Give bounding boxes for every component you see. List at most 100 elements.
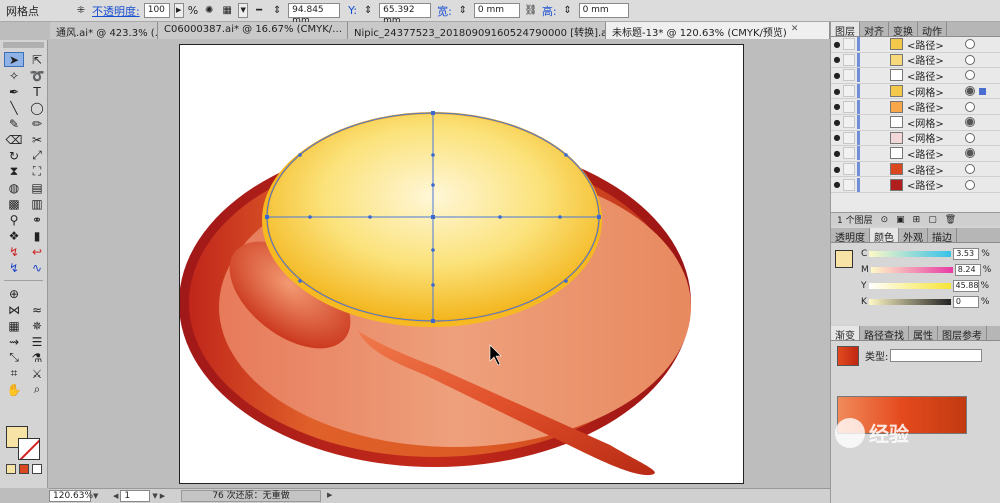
warp-tool-icon[interactable]: ≈: [27, 302, 47, 317]
canvas-area[interactable]: [49, 40, 830, 488]
opacity-label[interactable]: 不透明度:: [92, 3, 140, 19]
lock-toggle[interactable]: [843, 69, 855, 82]
target-circle-icon[interactable]: [965, 101, 975, 112]
reference-dropdown-icon[interactable]: ▼: [238, 3, 249, 18]
lock-toggle[interactable]: [843, 147, 855, 160]
rotate-tool-icon[interactable]: ↻: [4, 148, 24, 163]
anchor-convert-icon[interactable]: ━: [252, 4, 266, 18]
lock-toggle[interactable]: [843, 163, 855, 176]
target-circle-icon[interactable]: [965, 148, 975, 159]
lock-toggle[interactable]: [843, 131, 855, 144]
layer-name[interactable]: <网格>: [907, 130, 965, 145]
target-circle-icon[interactable]: [965, 132, 975, 143]
visibility-eye-icon[interactable]: ●: [831, 118, 843, 127]
gradient-mode-button[interactable]: [19, 464, 29, 474]
ellipse-tool-icon[interactable]: ◯: [27, 100, 47, 115]
width-tool-icon[interactable]: ⧗: [4, 164, 24, 179]
layer-name[interactable]: <网格>: [907, 115, 965, 130]
tab-color[interactable]: 颜色: [870, 228, 899, 244]
layer-name[interactable]: <路径>: [907, 99, 965, 114]
layer-name[interactable]: <网格>: [907, 84, 965, 99]
opacity-dropdown-icon[interactable]: ▶: [173, 3, 184, 18]
type-tool-icon[interactable]: T: [27, 84, 47, 99]
layer-row[interactable]: ● <路径>: [831, 99, 1000, 115]
tab-doc-active[interactable]: 未标题-13* @ 120.63% (CMYK/预览) ✕: [606, 22, 830, 39]
tab-pathfinder[interactable]: 路径查找: [860, 326, 909, 342]
layer-row[interactable]: ● <路径>: [831, 52, 1000, 69]
paintbrush-tool-icon[interactable]: ✎: [4, 116, 24, 131]
pencil-tool-icon[interactable]: ✏: [27, 116, 47, 131]
tab-layers[interactable]: 图层: [831, 22, 860, 38]
blend-tool-icon[interactable]: ⚭: [27, 212, 47, 227]
layer-name[interactable]: <路径>: [907, 146, 965, 161]
globe-tool-icon[interactable]: ⊕: [4, 286, 24, 301]
toolbox-grip[interactable]: [3, 42, 44, 48]
tab-transform[interactable]: 变换: [889, 22, 918, 38]
line-tool-icon[interactable]: ╲: [4, 100, 24, 115]
lock-toggle[interactable]: [843, 53, 855, 66]
layers-list[interactable]: ● <路径> ● <路径> ● <路径> ● <网格> ● <路径> ● <网格> ● <网格> ● <路径>…: [831, 37, 1000, 212]
new-layer-icon[interactable]: ▢: [928, 215, 937, 225]
knife-tool-icon[interactable]: ⚔: [27, 366, 47, 381]
paint-bucket-tool-icon[interactable]: ⚗: [27, 350, 47, 365]
fill-stroke-swatches[interactable]: [6, 426, 42, 462]
x-input[interactable]: 94.845 mm: [288, 3, 341, 26]
stepper-icon[interactable]: ⇕: [270, 4, 284, 18]
selection-indicator[interactable]: [979, 87, 986, 95]
list-tool-icon[interactable]: ☰: [27, 334, 47, 349]
target-circle-icon[interactable]: [965, 179, 975, 190]
eraser-tool-icon[interactable]: ↯: [4, 260, 24, 275]
tab-actions[interactable]: 动作: [918, 22, 947, 38]
hand-tool-icon[interactable]: ✋: [4, 382, 24, 397]
pen-tool-icon[interactable]: ✒: [4, 84, 24, 99]
stepper-icon[interactable]: ⇕: [361, 4, 375, 18]
y-input[interactable]: 65.392 mm: [379, 3, 432, 26]
new-sublayer-icon[interactable]: ⊞: [913, 215, 921, 225]
page-field[interactable]: 1: [120, 490, 151, 502]
zoom-field[interactable]: 120.63%: [49, 490, 93, 502]
tab-doc-3[interactable]: Nipic_24377523_20180909160524790000 [转换]…: [348, 22, 606, 39]
none-mode-button[interactable]: [32, 464, 42, 474]
gradient-preview[interactable]: [837, 346, 859, 366]
target-circle-icon[interactable]: [965, 54, 975, 65]
opacity-input[interactable]: 100: [143, 3, 170, 18]
layer-row[interactable]: ● <路径>: [831, 162, 1000, 178]
visibility-eye-icon[interactable]: ●: [831, 102, 843, 111]
visibility-eye-icon[interactable]: ●: [831, 149, 843, 158]
target-circle-icon[interactable]: [965, 86, 975, 97]
gradient-type-select[interactable]: [890, 349, 983, 362]
layer-name[interactable]: <路径>: [907, 68, 965, 83]
layer-row[interactable]: ● <网格>: [831, 115, 1000, 131]
visibility-eye-icon[interactable]: ●: [831, 40, 843, 49]
recolor-icon[interactable]: ✺: [202, 4, 216, 18]
scale-tool-icon[interactable]: ⤢: [27, 148, 47, 163]
stepper-icon[interactable]: ⇕: [456, 4, 470, 18]
slice-tool-icon[interactable]: ↩: [27, 244, 47, 259]
puppet-warp-tool-icon[interactable]: ⋈: [4, 302, 24, 317]
reference-point-icon[interactable]: ▦: [220, 4, 234, 18]
target-circle-icon[interactable]: [965, 70, 975, 81]
measure-tool-icon[interactable]: ⤡: [4, 350, 24, 365]
shape-builder-tool-icon[interactable]: ◍: [4, 180, 24, 195]
clipping-mask-icon[interactable]: ▣: [896, 215, 905, 225]
magenta-slider[interactable]: [870, 267, 953, 273]
target-circle-icon[interactable]: [965, 117, 975, 128]
lock-toggle[interactable]: [843, 178, 855, 191]
tab-align[interactable]: 对齐: [860, 22, 889, 38]
artboard-tool-icon[interactable]: ↯: [4, 244, 24, 259]
gradient-tool-icon[interactable]: ▥: [27, 196, 47, 211]
scissors-tool-icon[interactable]: ✂: [27, 132, 47, 147]
zoom-dropdown-icon[interactable]: ▼: [93, 492, 98, 500]
stepper-icon[interactable]: ⇕: [561, 4, 575, 18]
first-page-icon[interactable]: ◀: [113, 492, 118, 500]
direct-selection-tool-icon[interactable]: ⇱: [27, 52, 47, 67]
black-input[interactable]: 0: [952, 296, 979, 308]
tab-stroke[interactable]: 描边: [928, 228, 957, 244]
visibility-eye-icon[interactable]: ●: [831, 55, 843, 64]
tab-doc-1[interactable]: 通风.ai* @ 423.3% (…✕: [50, 22, 158, 39]
locate-object-icon[interactable]: ⊙: [881, 215, 889, 225]
link-icon[interactable]: ⛓: [524, 4, 538, 18]
crystallize-tool-icon[interactable]: ✵: [27, 318, 47, 333]
layer-name[interactable]: <路径>: [907, 177, 965, 192]
lock-toggle[interactable]: [843, 116, 855, 129]
